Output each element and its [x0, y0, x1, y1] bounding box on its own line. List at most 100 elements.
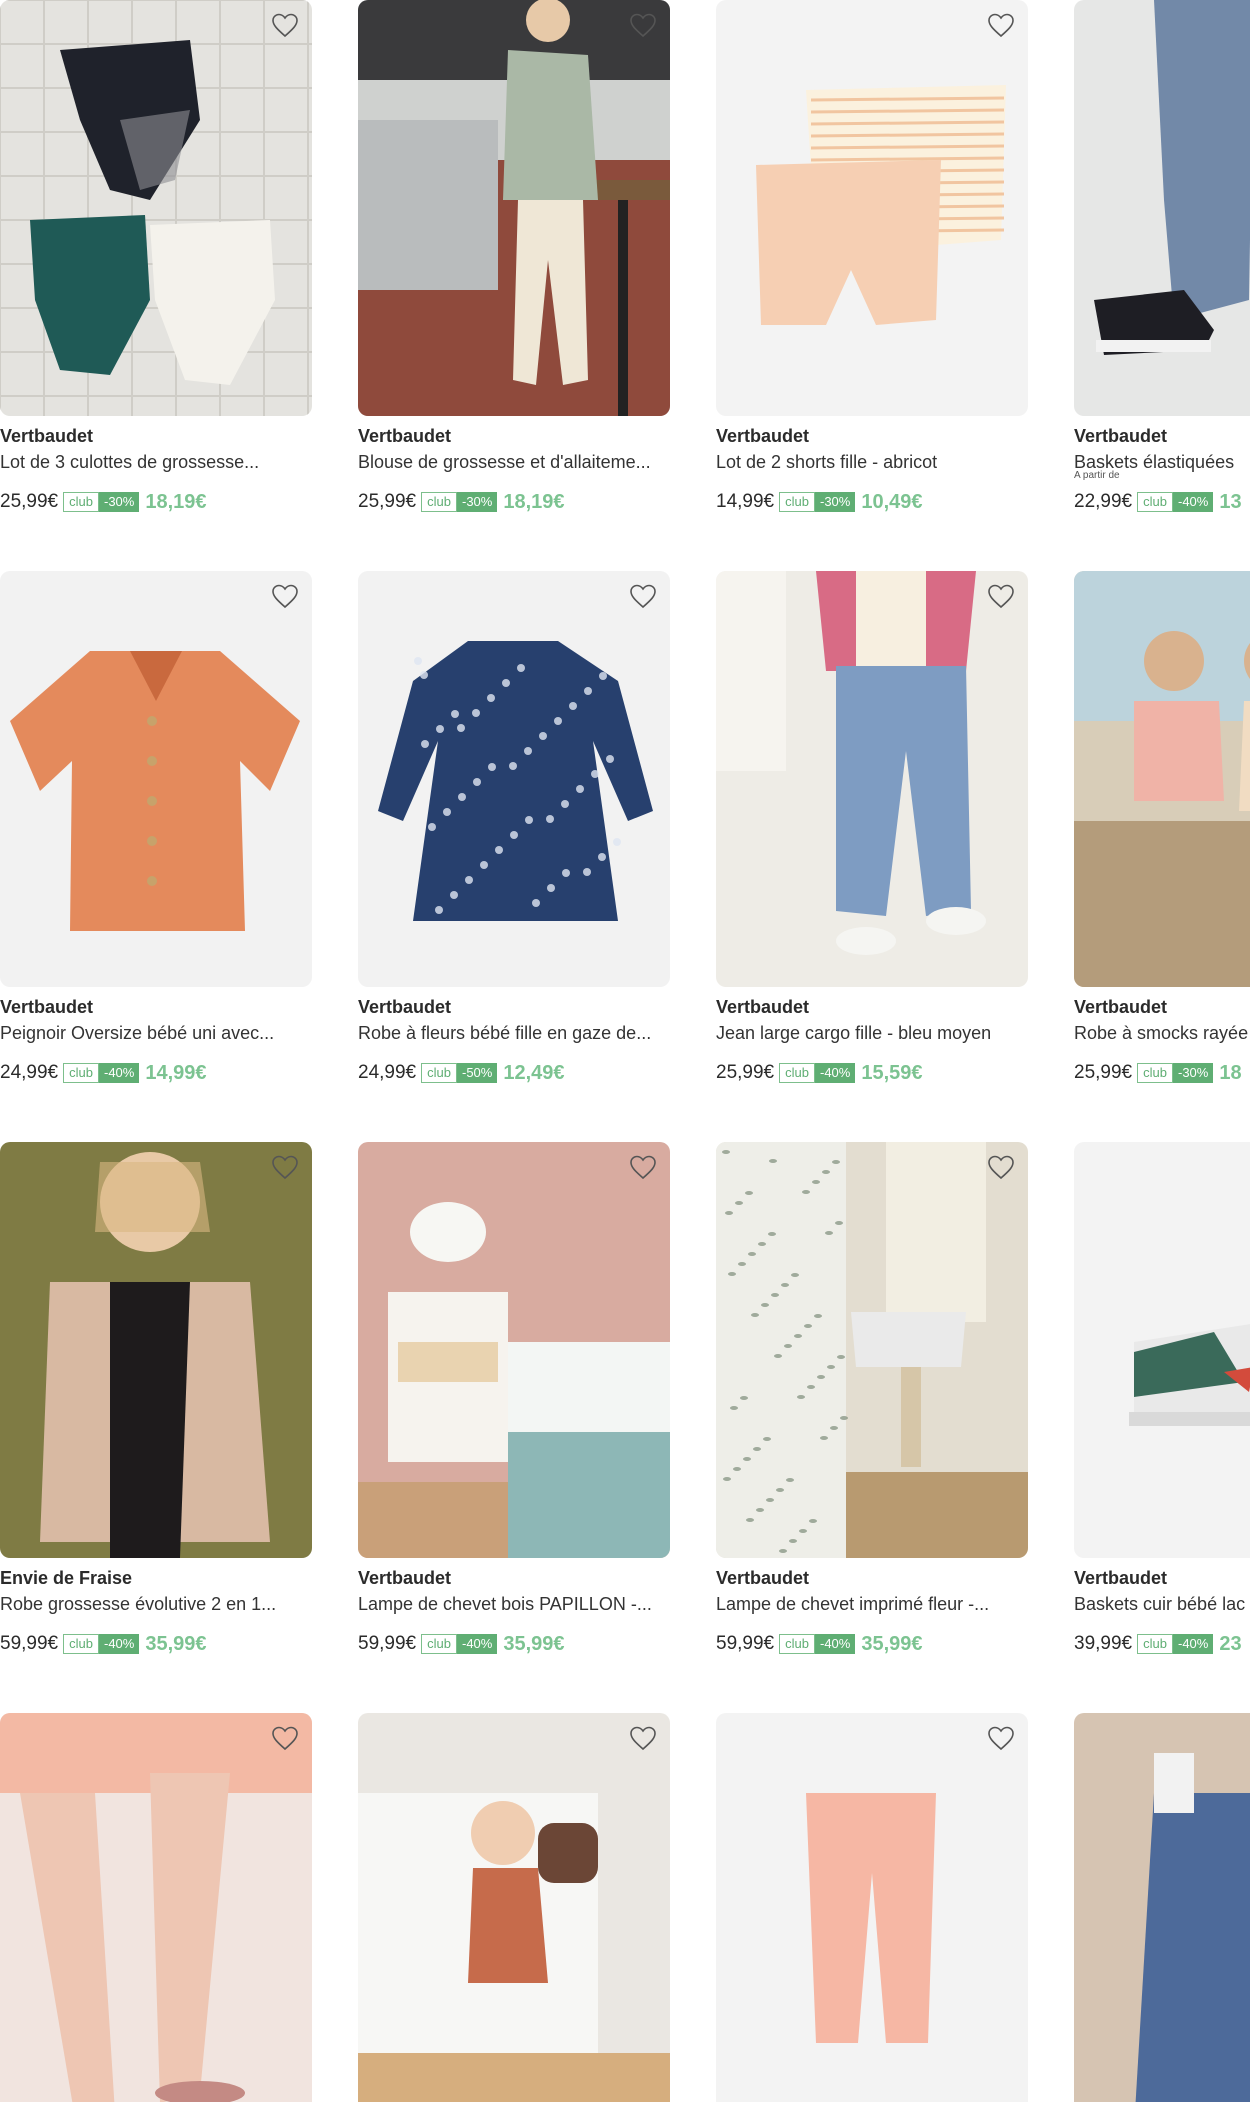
heart-outline-icon[interactable]	[271, 1725, 299, 1751]
discount-label: -40%	[1172, 492, 1214, 512]
old-price: 22,99€	[1074, 491, 1133, 512]
heart-outline-icon[interactable]	[987, 1154, 1015, 1180]
product-title[interactable]: Lot de 3 culottes de grossesse...	[0, 450, 312, 474]
product-title[interactable]: Jean large cargo fille - bleu moyen	[716, 1021, 1028, 1045]
heart-outline-icon[interactable]	[271, 1154, 299, 1180]
product-card[interactable]	[1074, 1713, 1250, 2102]
product-title[interactable]: Robe à smocks rayée	[1074, 1021, 1250, 1045]
old-price: 59,99€	[0, 1633, 59, 1654]
club-label: club	[421, 1063, 457, 1083]
product-image[interactable]	[0, 571, 312, 987]
product-card[interactable]	[716, 1713, 1028, 2102]
product-card[interactable]: Vertbaudet Lot de 2 shorts fille - abric…	[716, 0, 1028, 515]
club-label: club	[1137, 1634, 1173, 1654]
product-card[interactable]: Vertbaudet Robe à smocks rayée 25,99€ cl…	[1074, 571, 1250, 1086]
product-image[interactable]	[1074, 1713, 1250, 2102]
product-card[interactable]	[358, 1713, 670, 2102]
old-price: 59,99€	[716, 1633, 775, 1654]
product-title[interactable]: Blouse de grossesse et d'allaiteme...	[358, 450, 670, 474]
product-image[interactable]	[358, 1713, 670, 2102]
product-card[interactable]: Vertbaudet Blouse de grossesse et d'alla…	[358, 0, 670, 515]
product-image[interactable]	[716, 1142, 1028, 1558]
heart-outline-icon[interactable]	[987, 583, 1015, 609]
product-image[interactable]	[1074, 1142, 1250, 1558]
product-card[interactable]: Vertbaudet Baskets cuir bébé lac 39,99€ …	[1074, 1142, 1250, 1657]
club-discount-badge: club -40%	[1137, 492, 1214, 512]
product-card[interactable]: Vertbaudet Robe à fleurs bébé fille en g…	[358, 571, 670, 1086]
club-label: club	[779, 492, 815, 512]
price-row: 24,99€ club -40% 14,99€	[0, 1060, 312, 1086]
club-price: 18,19€	[145, 490, 207, 513]
product-title[interactable]: Lampe de chevet imprimé fleur -...	[716, 1592, 1028, 1616]
product-card[interactable]: Vertbaudet Baskets élastiquées A partir …	[1074, 0, 1250, 515]
product-image[interactable]	[1074, 0, 1250, 416]
product-brand: Vertbaudet	[716, 997, 810, 1017]
product-card[interactable]: Vertbaudet Lampe de chevet bois PAPILLON…	[358, 1142, 670, 1657]
product-image[interactable]	[358, 571, 670, 987]
discount-label: -50%	[456, 1063, 498, 1083]
club-label: club	[1137, 492, 1173, 512]
old-price: 25,99€	[0, 491, 59, 512]
price-row: 39,99€ club -40% 23	[1074, 1631, 1250, 1657]
product-title[interactable]: Robe à fleurs bébé fille en gaze de...	[358, 1021, 670, 1045]
heart-outline-icon[interactable]	[271, 583, 299, 609]
product-card[interactable]: Vertbaudet Peignoir Oversize bébé uni av…	[0, 571, 312, 1086]
product-image[interactable]	[358, 0, 670, 416]
product-image[interactable]	[716, 571, 1028, 987]
club-discount-badge: club -30%	[421, 492, 498, 512]
price-row: 25,99€ club -30% 18	[1074, 1060, 1250, 1086]
product-card[interactable]	[0, 1713, 312, 2102]
club-label: club	[421, 492, 457, 512]
product-brand: Vertbaudet	[358, 997, 452, 1017]
club-price: 15,59€	[861, 1061, 923, 1084]
heart-outline-icon[interactable]	[629, 583, 657, 609]
product-brand: Vertbaudet	[1074, 1568, 1168, 1588]
heart-outline-icon[interactable]	[987, 1725, 1015, 1751]
club-price: 23	[1219, 1632, 1242, 1655]
product-card[interactable]: Vertbaudet Jean large cargo fille - bleu…	[716, 571, 1028, 1086]
product-title[interactable]: Peignoir Oversize bébé uni avec...	[0, 1021, 312, 1045]
heart-outline-icon[interactable]	[629, 1154, 657, 1180]
old-price: 59,99€	[358, 1633, 417, 1654]
product-card[interactable]: Vertbaudet Lot de 3 culottes de grossess…	[0, 0, 312, 515]
discount-label: -30%	[814, 492, 856, 512]
old-price: 39,99€	[1074, 1633, 1133, 1654]
product-title[interactable]: Lampe de chevet bois PAPILLON -...	[358, 1592, 670, 1616]
price-row: 59,99€ club -40% 35,99€	[716, 1631, 1028, 1657]
product-card[interactable]: Envie de Fraise Robe grossesse évolutive…	[0, 1142, 312, 1657]
product-image[interactable]	[0, 0, 312, 416]
price-row: 25,99€ club -30% 18,19€	[0, 489, 312, 515]
club-discount-badge: club -30%	[63, 492, 140, 512]
product-card[interactable]: Vertbaudet Lampe de chevet imprimé fleur…	[716, 1142, 1028, 1657]
product-brand: Vertbaudet	[358, 426, 452, 446]
heart-outline-icon[interactable]	[629, 1725, 657, 1751]
product-brand: Vertbaudet	[1074, 426, 1168, 446]
price-row: 14,99€ club -30% 10,49€	[716, 489, 1028, 515]
heart-outline-icon[interactable]	[987, 12, 1015, 38]
product-title[interactable]: Baskets cuir bébé lac	[1074, 1592, 1250, 1616]
old-price: 14,99€	[716, 491, 775, 512]
product-image[interactable]	[716, 0, 1028, 416]
product-title[interactable]: Robe grossesse évolutive 2 en 1...	[0, 1592, 312, 1616]
discount-label: -40%	[98, 1063, 140, 1083]
product-image[interactable]	[1074, 571, 1250, 987]
product-brand: Envie de Fraise	[0, 1568, 133, 1588]
product-image[interactable]	[0, 1713, 312, 2102]
price-row: 24,99€ club -50% 12,49€	[358, 1060, 670, 1086]
product-image[interactable]	[716, 1713, 1028, 2102]
product-image[interactable]	[358, 1142, 670, 1558]
price-row: 59,99€ club -40% 35,99€	[358, 1631, 670, 1657]
heart-outline-icon[interactable]	[629, 12, 657, 38]
club-price: 18	[1219, 1061, 1242, 1084]
product-brand: Vertbaudet	[716, 1568, 810, 1588]
club-discount-badge: club -40%	[779, 1063, 856, 1083]
price-row: 22,99€ club -40% 13	[1074, 489, 1250, 515]
club-discount-badge: club -40%	[63, 1063, 140, 1083]
discount-label: -40%	[814, 1634, 856, 1654]
product-brand: Vertbaudet	[0, 426, 94, 446]
club-label: club	[63, 1063, 99, 1083]
club-discount-badge: club -40%	[1137, 1634, 1214, 1654]
product-title[interactable]: Lot de 2 shorts fille - abricot	[716, 450, 1028, 474]
product-image[interactable]	[0, 1142, 312, 1558]
heart-outline-icon[interactable]	[271, 12, 299, 38]
